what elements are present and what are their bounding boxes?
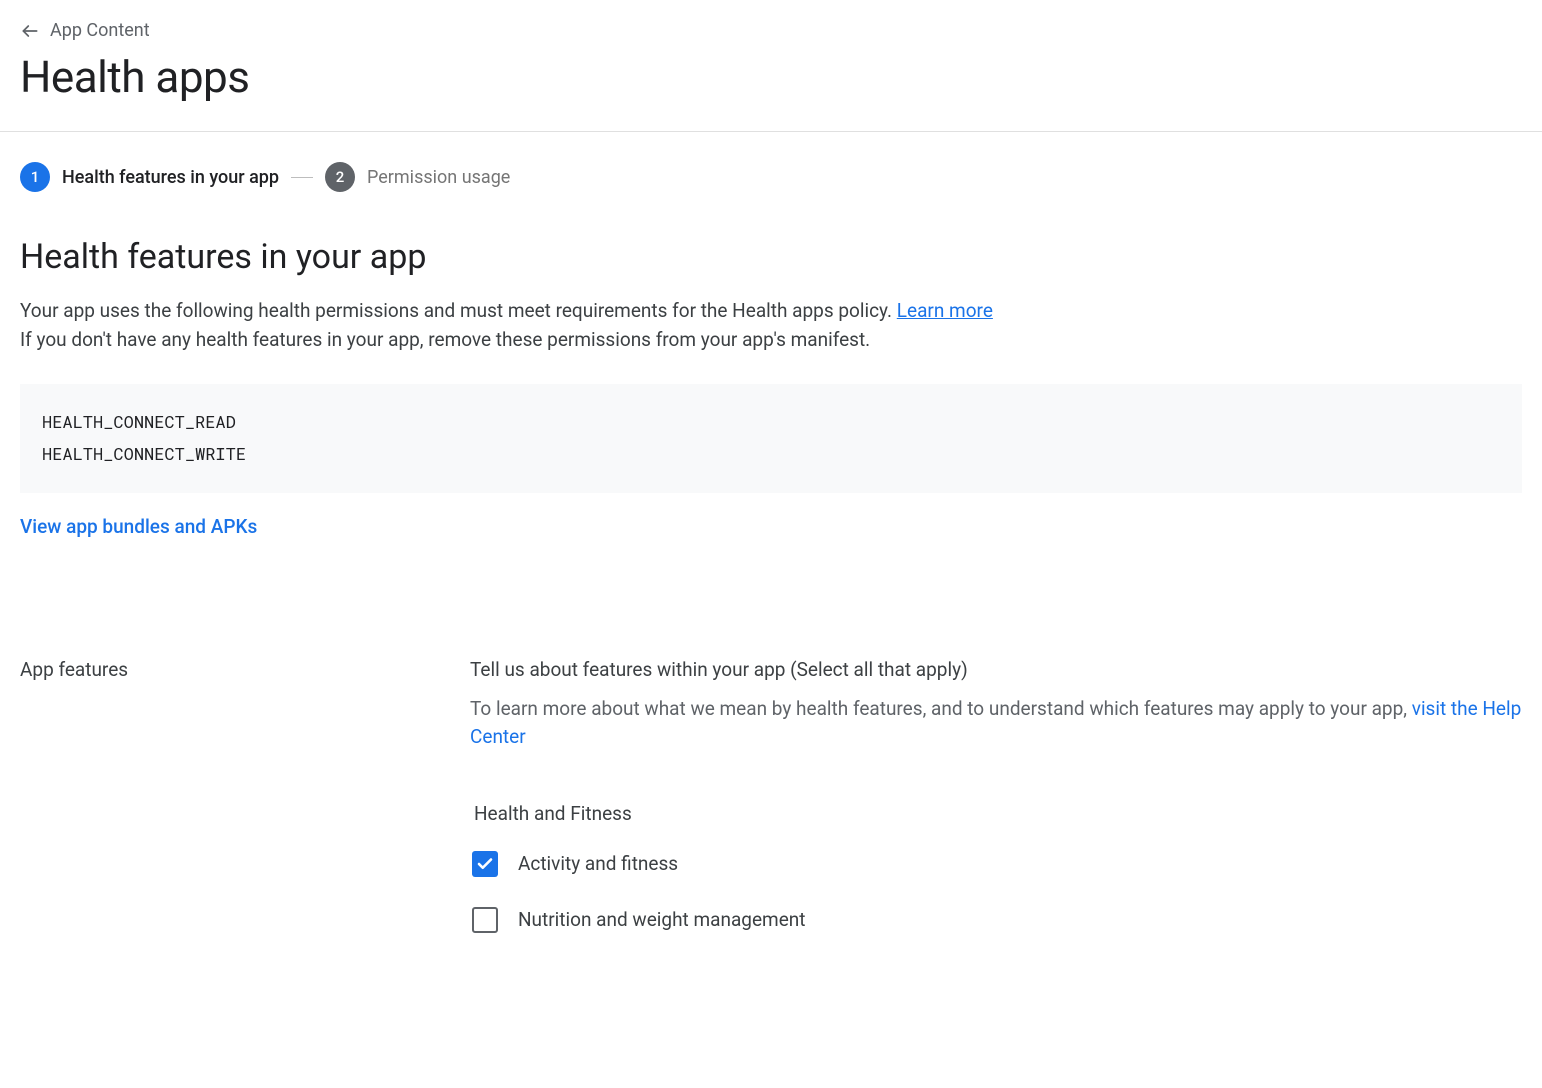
app-features-content: Tell us about features within your app (…: [470, 658, 1522, 963]
app-features-label: App features: [20, 658, 450, 963]
step-2[interactable]: 2 Permission usage: [325, 162, 510, 192]
arrow-left-icon: [20, 21, 40, 41]
permission-item: HEALTH_CONNECT_WRITE: [42, 438, 1500, 470]
step-1-circle: 1: [20, 162, 50, 192]
features-help: To learn more about what we mean by heal…: [470, 695, 1522, 752]
checkbox-checked-icon: [472, 851, 498, 877]
section-title: Health features in your app: [20, 237, 1522, 277]
option-activity-fitness[interactable]: Activity and fitness: [470, 851, 1522, 877]
step-2-label: Permission usage: [367, 167, 510, 188]
learn-more-link[interactable]: Learn more: [897, 299, 993, 322]
app-features-row: App features Tell us about features with…: [20, 658, 1522, 963]
intro-line2: If you don't have any health features in…: [20, 328, 870, 351]
view-app-bundles-link[interactable]: View app bundles and APKs: [20, 515, 257, 538]
divider: [0, 131, 1542, 132]
permissions-box: HEALTH_CONNECT_READ HEALTH_CONNECT_WRITE: [20, 384, 1522, 493]
step-separator: [291, 177, 313, 178]
step-2-circle: 2: [325, 162, 355, 192]
option-label: Nutrition and weight management: [518, 908, 806, 931]
intro-line1: Your app uses the following health permi…: [20, 299, 897, 322]
option-nutrition-weight[interactable]: Nutrition and weight management: [470, 907, 1522, 933]
intro-text: Your app uses the following health permi…: [20, 297, 1522, 354]
page-title: Health apps: [20, 51, 1522, 103]
features-help-prefix: To learn more about what we mean by heal…: [470, 697, 1412, 720]
step-1-label: Health features in your app: [62, 167, 279, 188]
breadcrumb-label: App Content: [50, 20, 150, 41]
features-prompt: Tell us about features within your app (…: [470, 658, 1522, 681]
step-1[interactable]: 1 Health features in your app: [20, 162, 279, 192]
permission-item: HEALTH_CONNECT_READ: [42, 406, 1500, 438]
features-group-header: Health and Fitness: [470, 802, 1522, 825]
breadcrumb[interactable]: App Content: [20, 20, 1522, 41]
stepper: 1 Health features in your app 2 Permissi…: [20, 162, 1522, 192]
checkbox-unchecked-icon: [472, 907, 498, 933]
option-label: Activity and fitness: [518, 852, 678, 875]
